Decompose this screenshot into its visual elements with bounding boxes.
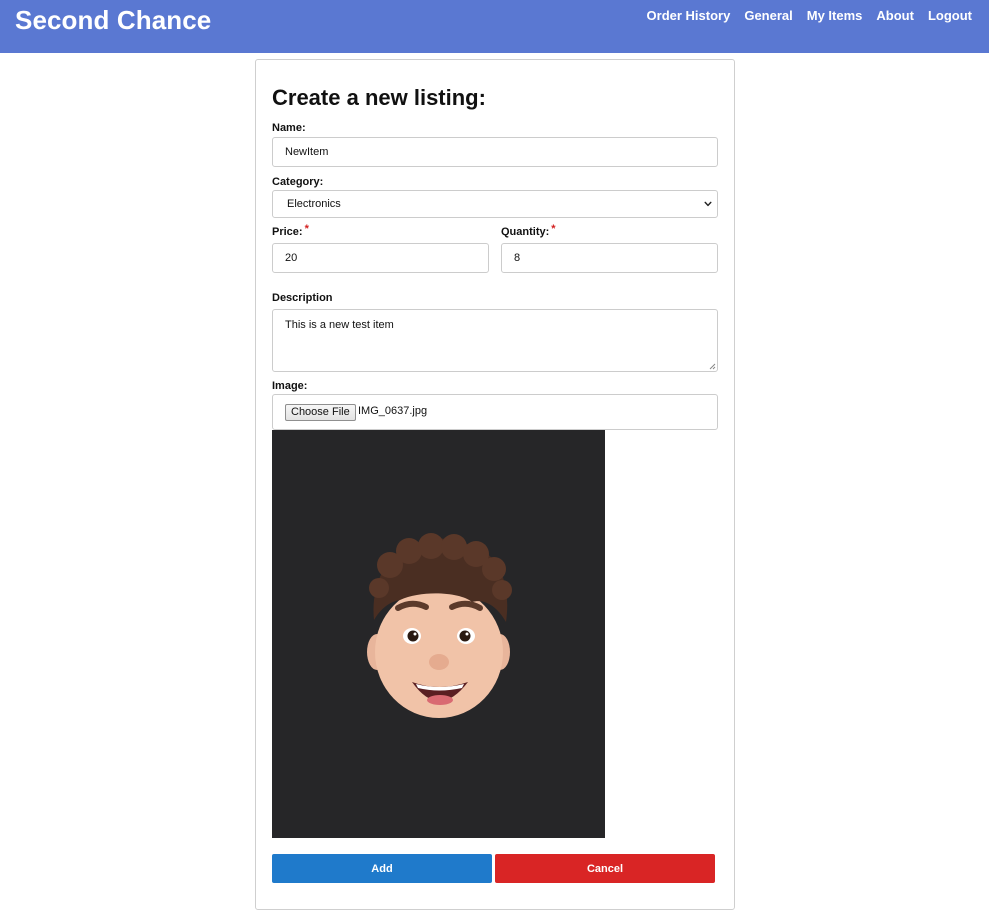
- chevron-down-icon: [704, 201, 712, 207]
- name-input-value: NewItem: [285, 146, 329, 158]
- quantity-input[interactable]: 8: [501, 243, 718, 273]
- image-file-input: Choose File IMG_0637.jpg: [272, 394, 718, 430]
- category-label: Category:: [272, 176, 324, 188]
- nav-general[interactable]: General: [744, 8, 792, 23]
- image-label: Image:: [272, 380, 308, 392]
- create-listing-card: Create a new listing: Name: NewItem Cate…: [255, 59, 735, 910]
- quantity-label: Quantity: *: [501, 223, 556, 238]
- cancel-button[interactable]: Cancel: [495, 854, 715, 883]
- name-input[interactable]: NewItem: [272, 137, 718, 167]
- quantity-label-text: Quantity:: [501, 226, 550, 238]
- top-navbar: Second Chance Order History General My I…: [0, 0, 989, 53]
- price-label-text: Price:: [272, 226, 303, 238]
- quantity-required-mark: *: [551, 223, 556, 235]
- price-required-mark: *: [304, 223, 309, 235]
- name-label: Name:: [272, 122, 306, 134]
- nav-logout[interactable]: Logout: [928, 8, 972, 23]
- add-button[interactable]: Add: [272, 854, 492, 883]
- image-preview: [272, 430, 605, 838]
- choose-file-button[interactable]: Choose File: [285, 404, 356, 421]
- description-value: This is a new test item: [285, 319, 394, 331]
- memoji-avatar-image: [367, 533, 512, 718]
- nav-links: Order History General My Items About Log…: [647, 8, 972, 23]
- description-label: Description: [272, 292, 333, 304]
- price-input[interactable]: 20: [272, 243, 489, 273]
- nav-about[interactable]: About: [876, 8, 914, 23]
- page-title: Create a new listing:: [272, 85, 486, 110]
- selected-file-name: IMG_0637.jpg: [358, 405, 428, 417]
- price-label: Price: *: [272, 223, 309, 238]
- brand-logo-link[interactable]: Second Chance: [15, 5, 211, 36]
- category-select[interactable]: Electronics: [272, 190, 718, 218]
- nav-order-history[interactable]: Order History: [647, 8, 731, 23]
- price-input-value: 20: [285, 252, 298, 264]
- quantity-input-value: 8: [514, 252, 521, 264]
- category-selected-value: Electronics: [287, 198, 341, 210]
- resize-grip-icon[interactable]: [708, 362, 716, 370]
- nav-my-items[interactable]: My Items: [807, 8, 863, 23]
- description-textarea[interactable]: This is a new test item: [272, 309, 718, 372]
